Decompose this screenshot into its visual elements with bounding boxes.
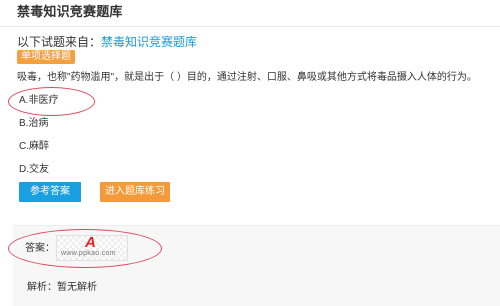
option-d[interactable]: D.交友 (19, 163, 49, 177)
answer-label: 答案： (25, 243, 55, 254)
page-title: 禁毒知识竞赛题库 (17, 4, 123, 19)
option-a[interactable]: A.非医疗 (19, 94, 58, 108)
answer-watermark-url: www.ppkao.com (61, 250, 116, 257)
question-source: 以下试题来自：禁毒知识竞赛题库 (17, 34, 197, 50)
enter-practice-button[interactable]: 进入题库练习 (100, 182, 170, 202)
answer-image: A www.ppkao.com (56, 235, 128, 261)
source-bank-link[interactable]: 禁毒知识竞赛题库 (101, 35, 197, 49)
option-c[interactable]: C.麻醉 (19, 140, 49, 154)
source-prefix: 以下试题来自： (17, 35, 102, 49)
question-type-badge: 单项选择题 (17, 50, 75, 64)
question-text: 吸毒，也称"药物滥用"，就是出于（ ）目的，通过注射、口服、鼻吸或其他方式将毒品… (17, 72, 477, 83)
analysis-text: 解析：暂无解析 (27, 282, 97, 293)
page-header: 禁毒知识竞赛题库 (0, 0, 500, 27)
option-b[interactable]: B.治病 (19, 117, 48, 131)
reference-answer-button[interactable]: 参考答案 (19, 182, 81, 202)
